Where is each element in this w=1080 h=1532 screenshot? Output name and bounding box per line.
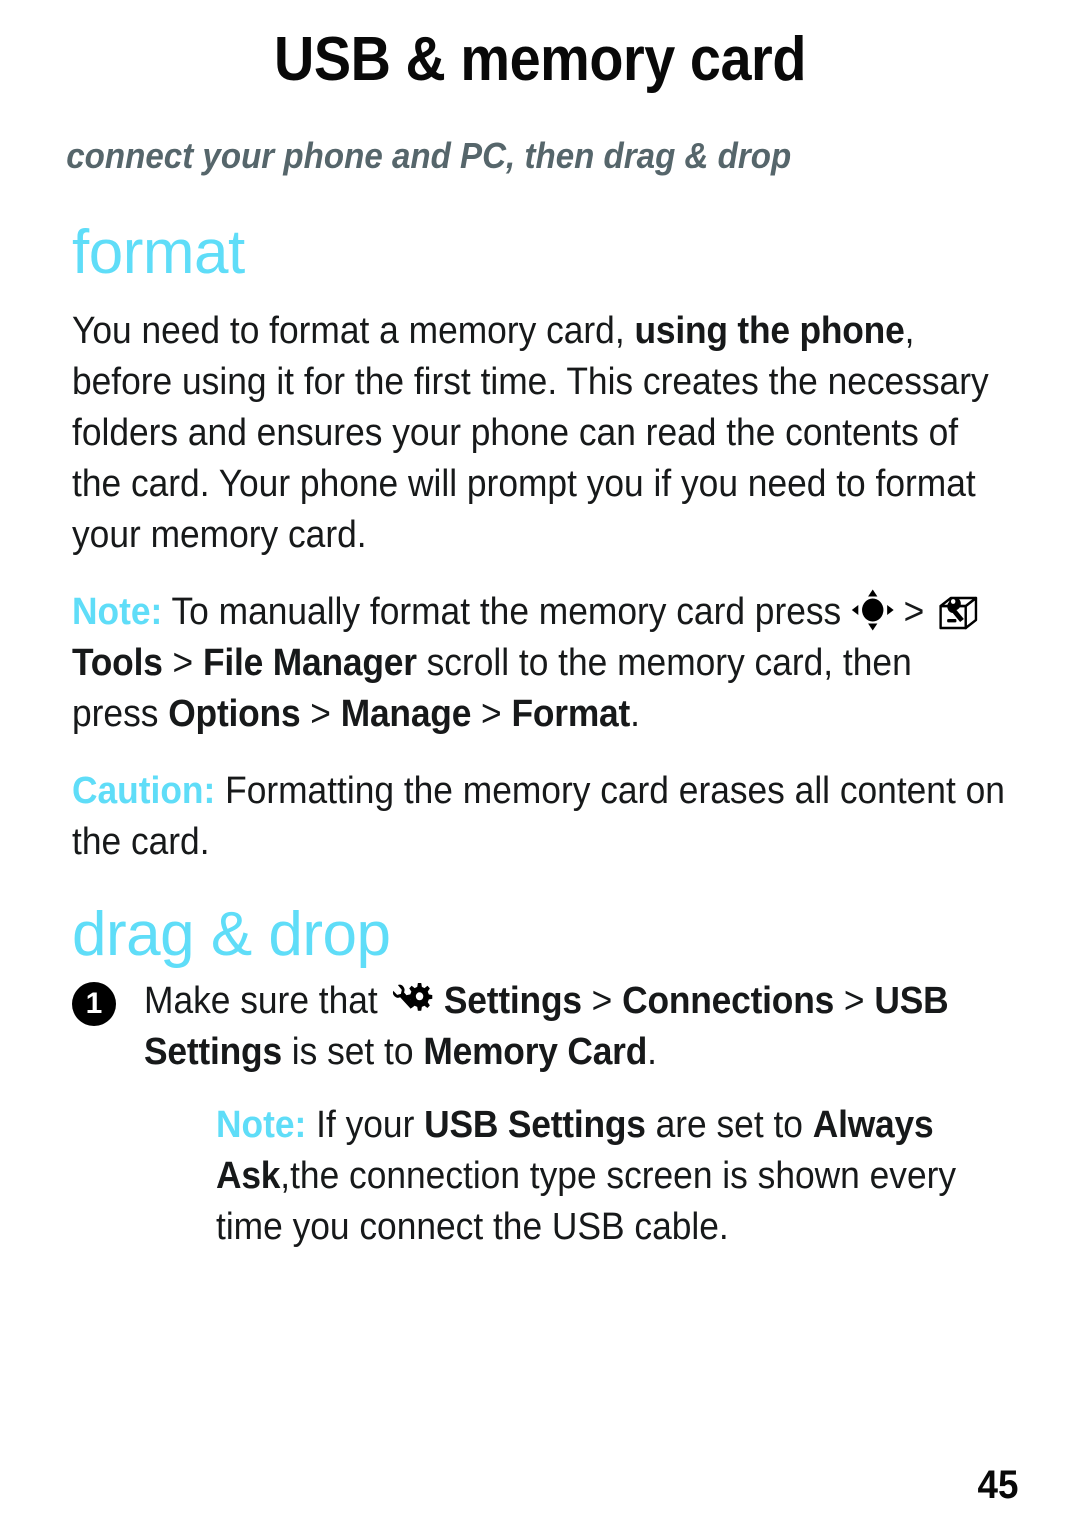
emphasis-text: Memory Card: [423, 1031, 648, 1074]
emphasis-text: Options: [168, 693, 301, 736]
list-item: 1 Make sure that Settings > Connections …: [72, 976, 1008, 1253]
paragraph-format-intro: You need to format a memory card, using …: [72, 310, 989, 557]
step-text: Make sure that Settings > Connections > …: [144, 979, 949, 1074]
page-number: 45: [977, 1463, 1018, 1507]
manual-page: USB & memory card connect your phone and…: [0, 0, 1080, 1532]
emphasis-text: USB Settings: [424, 1104, 646, 1147]
emphasis-text: Manage: [340, 693, 472, 736]
emphasis-text: Connections: [622, 980, 835, 1023]
callout-label: Note:: [216, 1104, 307, 1147]
callout-label: Note:: [72, 591, 163, 634]
step-sub-note: Note: If your USB Settings are set to Al…: [144, 1078, 1008, 1253]
emphasis-text: Format: [511, 693, 631, 736]
tools-icon: [936, 589, 981, 633]
section-heading-drag-and-drop: drag & drop: [72, 900, 391, 970]
page-title: USB & memory card: [274, 25, 806, 94]
emphasis-text: Tools: [72, 642, 163, 685]
paragraph-format-note: Note: To manually format the memory card…: [72, 561, 1008, 740]
emphasis-text: Settings: [443, 980, 582, 1023]
format-body: You need to format a memory card, using …: [0, 284, 1080, 868]
step-number-badge: 1: [72, 982, 116, 1027]
paragraph-format-caution: Caution: Formatting the memory card eras…: [72, 770, 1005, 864]
emphasis-text: using the phone: [634, 310, 905, 353]
nav-key-icon: [851, 589, 894, 631]
drag-drop-steps: 1 Make sure that Settings > Connections …: [0, 966, 1080, 1253]
emphasis-text: File Manager: [202, 642, 417, 685]
page-subtitle: connect your phone and PC, then drag & d…: [66, 135, 792, 177]
section-heading-format: format: [72, 218, 245, 288]
settings-gear-icon: [389, 979, 433, 1021]
callout-label: Caution:: [72, 770, 216, 813]
paragraph-usb-note: Note: If your USB Settings are set to Al…: [216, 1104, 957, 1249]
